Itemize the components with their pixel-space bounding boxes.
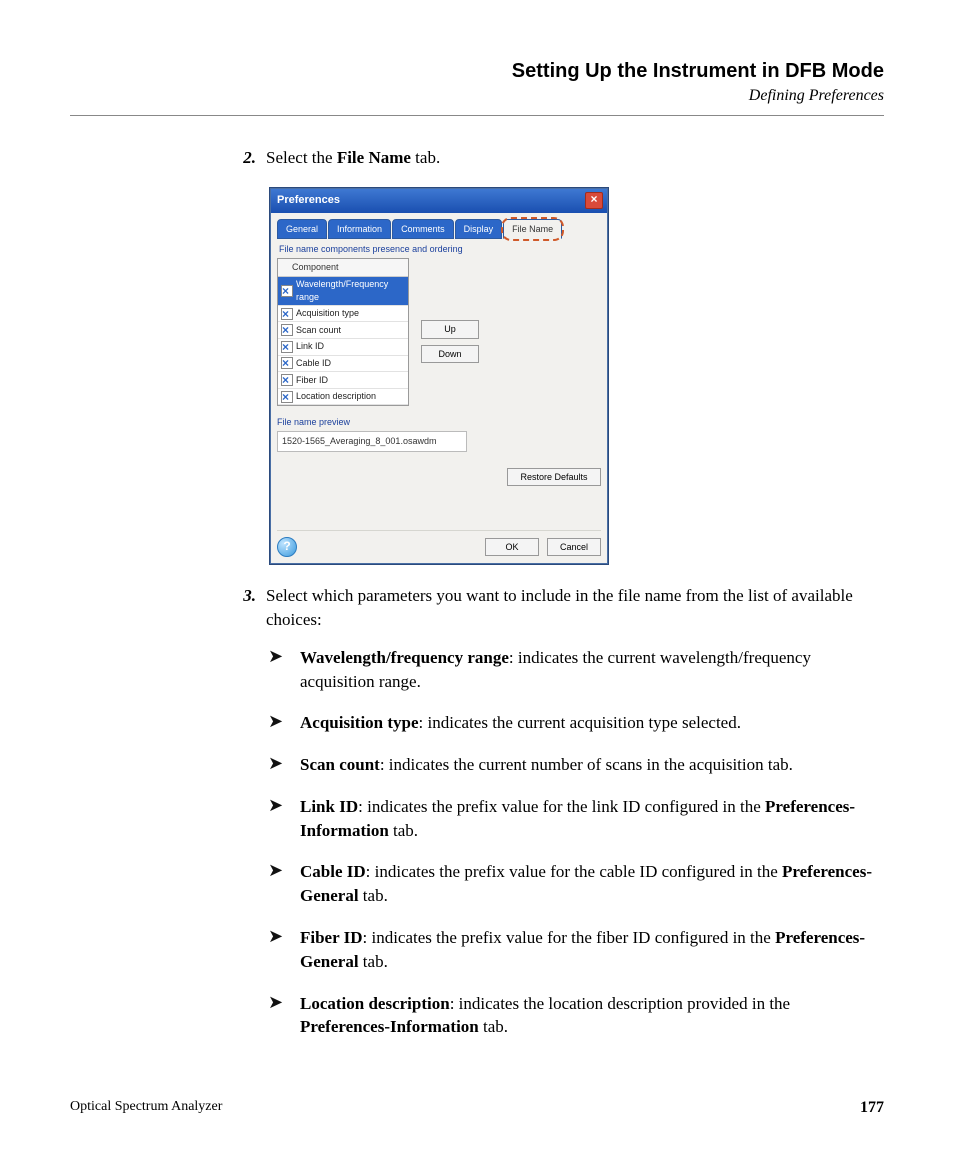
checkbox-icon[interactable] xyxy=(281,374,293,386)
dialog-body: General Information Comments Display Fil… xyxy=(271,213,607,563)
text: tab. xyxy=(411,148,440,167)
restore-row: Restore Defaults xyxy=(277,468,601,487)
component-row[interactable]: Scan count xyxy=(278,322,408,339)
list-item: Cable ID: indicates the prefix value for… xyxy=(268,860,884,908)
component-row[interactable]: Acquisition type xyxy=(278,306,408,323)
ok-button[interactable]: OK xyxy=(485,538,539,557)
checkbox-icon[interactable] xyxy=(281,391,293,403)
manual-page: Setting Up the Instrument in DFB Mode De… xyxy=(0,0,954,1159)
param-name: Acquisition type xyxy=(300,713,419,732)
checkbox-icon[interactable] xyxy=(281,308,293,320)
param-desc: : indicates the prefix value for the lin… xyxy=(358,797,765,816)
component-label: Acquisition type xyxy=(296,307,359,320)
reorder-buttons: Up Down xyxy=(421,320,479,363)
step-2: 2. Select the File Name tab. xyxy=(230,146,884,170)
preview-label: File name preview xyxy=(277,416,601,429)
list-item: Link ID: indicates the prefix value for … xyxy=(268,795,884,843)
tab-comments[interactable]: Comments xyxy=(392,219,454,240)
param-name: Link ID xyxy=(300,797,358,816)
tab-general[interactable]: General xyxy=(277,219,327,240)
component-row[interactable]: Fiber ID xyxy=(278,372,408,389)
ref-tab: Preferences-Information xyxy=(300,1017,479,1036)
dialog-title: Preferences xyxy=(277,193,340,208)
param-desc: tab. xyxy=(359,886,388,905)
dialog-footer: ? OK Cancel xyxy=(277,530,601,557)
chapter-title: Setting Up the Instrument in DFB Mode xyxy=(70,60,884,83)
component-table: Component Wavelength/Frequency range Acq… xyxy=(277,258,409,406)
section-subtitle: Defining Preferences xyxy=(70,87,884,105)
list-item: Acquisition type: indicates the current … xyxy=(268,711,884,735)
component-label: Location description xyxy=(296,390,376,403)
group-label: File name components presence and orderi… xyxy=(279,243,601,256)
dialog-tabs: General Information Comments Display Fil… xyxy=(277,219,601,240)
param-name: Location description xyxy=(300,994,450,1013)
bold-text: File Name xyxy=(337,148,411,167)
tab-display[interactable]: Display xyxy=(455,219,503,240)
step-3: 3. Select which parameters you want to i… xyxy=(230,584,884,632)
text: Select the xyxy=(266,148,337,167)
component-row[interactable]: Link ID xyxy=(278,339,408,356)
list-item: Location description: indicates the loca… xyxy=(268,992,884,1040)
checkbox-icon[interactable] xyxy=(281,324,293,336)
header-rule xyxy=(70,115,884,116)
tab-file-name[interactable]: File Name xyxy=(503,219,562,240)
param-desc: : indicates the prefix value for the fib… xyxy=(363,928,776,947)
param-desc: : indicates the current number of scans … xyxy=(380,755,793,774)
component-label: Link ID xyxy=(296,340,324,353)
close-icon[interactable]: × xyxy=(585,192,603,209)
step-number: 2. xyxy=(230,146,266,170)
checkbox-icon[interactable] xyxy=(281,341,293,353)
step-text: Select which parameters you want to incl… xyxy=(266,584,884,632)
param-name: Scan count xyxy=(300,755,380,774)
dialog-titlebar: Preferences × xyxy=(271,189,607,213)
preview-value: 1520-1565_Averaging_8_001.osawdm xyxy=(277,431,467,452)
component-row[interactable]: Cable ID xyxy=(278,356,408,373)
list-item: Wavelength/frequency range: indicates th… xyxy=(268,646,884,694)
component-row[interactable]: Wavelength/Frequency range xyxy=(278,277,408,306)
page-footer: Optical Spectrum Analyzer 177 xyxy=(70,1099,884,1117)
param-desc: tab. xyxy=(479,1017,508,1036)
checkbox-icon[interactable] xyxy=(281,357,293,369)
step-number: 3. xyxy=(230,584,266,608)
restore-defaults-button[interactable]: Restore Defaults xyxy=(507,468,601,487)
component-area: Component Wavelength/Frequency range Acq… xyxy=(277,258,601,406)
param-desc: tab. xyxy=(359,952,388,971)
param-desc: tab. xyxy=(389,821,418,840)
page-content: 2. Select the File Name tab. Preferences… xyxy=(70,146,884,1039)
component-label: Cable ID xyxy=(296,357,331,370)
param-desc: : indicates the location description pro… xyxy=(450,994,790,1013)
down-button[interactable]: Down xyxy=(421,345,479,364)
list-item: Fiber ID: indicates the prefix value for… xyxy=(268,926,884,974)
param-name: Fiber ID xyxy=(300,928,363,947)
product-name: Optical Spectrum Analyzer xyxy=(70,1099,222,1117)
cancel-button[interactable]: Cancel xyxy=(547,538,601,557)
page-header: Setting Up the Instrument in DFB Mode De… xyxy=(70,60,884,105)
component-label: Wavelength/Frequency range xyxy=(296,278,405,303)
help-icon[interactable]: ? xyxy=(277,537,297,557)
component-label: Fiber ID xyxy=(296,374,328,387)
checkbox-icon[interactable] xyxy=(281,285,293,297)
param-name: Cable ID xyxy=(300,862,366,881)
param-desc: : indicates the current acquisition type… xyxy=(419,713,741,732)
param-desc: : indicates the prefix value for the cab… xyxy=(366,862,782,881)
param-name: Wavelength/frequency range xyxy=(300,648,509,667)
preferences-dialog: Preferences × General Information Commen… xyxy=(270,188,608,564)
page-number: 177 xyxy=(860,1099,884,1117)
up-button[interactable]: Up xyxy=(421,320,479,339)
parameter-list: Wavelength/frequency range : indicates th… xyxy=(268,646,884,1040)
component-label: Scan count xyxy=(296,324,341,337)
list-item: Scan count: indicates the current number… xyxy=(268,753,884,777)
tab-information[interactable]: Information xyxy=(328,219,391,240)
step-text: Select the File Name tab. xyxy=(266,146,884,170)
component-row[interactable]: Location description xyxy=(278,389,408,406)
component-column-header: Component xyxy=(278,259,408,277)
footer-buttons: OK Cancel xyxy=(485,538,601,557)
